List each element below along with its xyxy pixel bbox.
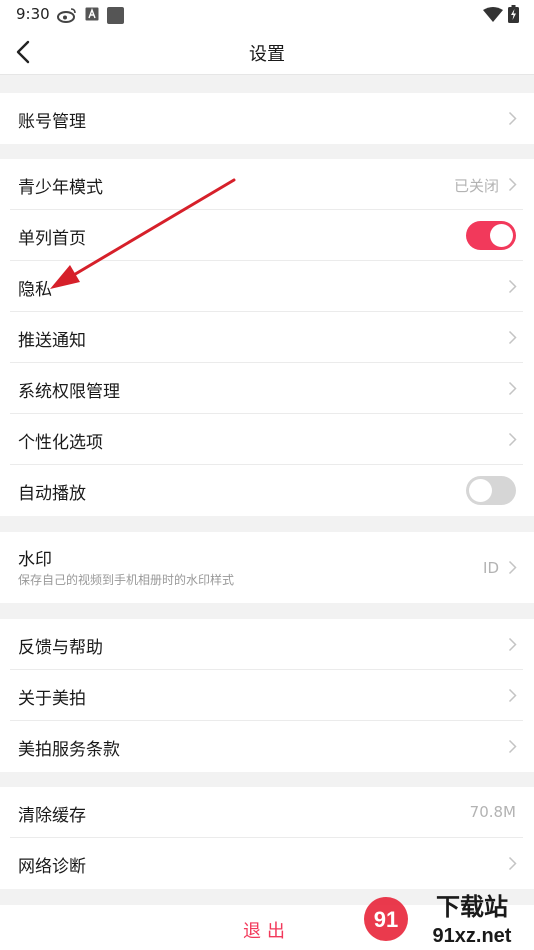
status-bar: 9:30 [0, 0, 534, 30]
clear-cache-item[interactable]: 清除缓存 70.8M [10, 787, 523, 838]
chevron-right-icon [508, 856, 517, 871]
watermark-label: 水印 [18, 550, 52, 570]
toggle-knob [490, 224, 513, 247]
chevron-right-icon [508, 177, 517, 192]
network-diagnosis-item[interactable]: 网络诊断 [10, 838, 523, 889]
svg-text:91: 91 [374, 907, 398, 932]
personalization-label: 个性化选项 [18, 433, 103, 453]
about-item[interactable]: 关于美拍 [10, 670, 523, 721]
chevron-right-icon [508, 111, 517, 126]
settings-group-watermark: 水印 保存自己的视频到手机相册时的水印样式 ID [0, 532, 534, 603]
autoplay-label: 自动播放 [18, 484, 86, 504]
settings-group-help: 反馈与帮助 关于美拍 美拍服务条款 [0, 619, 534, 772]
site-watermark-logo: 91 下载站 91xz.net [364, 893, 512, 947]
autoplay-item: 自动播放 [10, 465, 523, 516]
chevron-right-icon [508, 330, 517, 345]
toggle-knob [469, 479, 492, 502]
teen-mode-item[interactable]: 青少年模式 已关闭 [10, 159, 523, 210]
battery-icon [508, 5, 519, 23]
teen-mode-label: 青少年模式 [18, 178, 103, 198]
wifi-icon [483, 7, 503, 22]
settings-group-account: 账号管理 [0, 93, 534, 144]
terms-item[interactable]: 美拍服务条款 [10, 721, 523, 772]
nav-bar: 设置 [0, 30, 534, 75]
chevron-right-icon [508, 560, 517, 575]
watermark-description: 保存自己的视频到手机相册时的水印样式 [18, 573, 235, 587]
watermark-value: ID [483, 559, 499, 577]
single-column-home-label: 单列首页 [18, 229, 86, 249]
single-column-home-toggle[interactable] [466, 221, 516, 250]
single-column-home-item: 单列首页 [10, 210, 523, 261]
system-permission-label: 系统权限管理 [18, 382, 120, 402]
app-notification-icon [85, 7, 99, 21]
chevron-right-icon [508, 739, 517, 754]
settings-group-storage: 清除缓存 70.8M 网络诊断 [0, 787, 534, 889]
page-title: 设置 [249, 44, 285, 65]
chevron-right-icon [508, 279, 517, 294]
cache-size-value: 70.8M [469, 803, 516, 821]
status-time: 9:30 [16, 5, 50, 23]
chevron-right-icon [508, 637, 517, 652]
feedback-help-item[interactable]: 反馈与帮助 [10, 619, 523, 670]
weibo-icon [57, 8, 76, 23]
privacy-item[interactable]: 隐私 [10, 261, 523, 312]
settings-group-main: 青少年模式 已关闭 单列首页 隐私 推送通知 系统权限管理 个性化选项 自动播放 [0, 159, 534, 516]
autoplay-toggle[interactable] [466, 476, 516, 505]
network-diagnosis-label: 网络诊断 [18, 857, 86, 877]
terms-label: 美拍服务条款 [18, 740, 120, 760]
account-management-label: 账号管理 [18, 112, 86, 132]
push-notification-item[interactable]: 推送通知 [10, 312, 523, 363]
clear-cache-label: 清除缓存 [18, 806, 86, 826]
svg-text:下载站: 下载站 [436, 893, 508, 921]
teen-mode-value: 已关闭 [453, 177, 499, 195]
chevron-right-icon [508, 432, 517, 447]
chevron-right-icon [508, 381, 517, 396]
watermark-item[interactable]: 水印 保存自己的视频到手机相册时的水印样式 ID [10, 532, 523, 603]
chevron-right-icon [508, 688, 517, 703]
privacy-label: 隐私 [18, 280, 52, 300]
svg-text:91xz.net: 91xz.net [433, 925, 512, 947]
personalization-item[interactable]: 个性化选项 [10, 414, 523, 465]
feedback-help-label: 反馈与帮助 [18, 638, 103, 658]
system-permission-item[interactable]: 系统权限管理 [10, 363, 523, 414]
account-management-item[interactable]: 账号管理 [10, 93, 523, 144]
about-label: 关于美拍 [18, 689, 86, 709]
app-notification-icon-2 [107, 7, 124, 24]
push-notification-label: 推送通知 [18, 331, 86, 351]
